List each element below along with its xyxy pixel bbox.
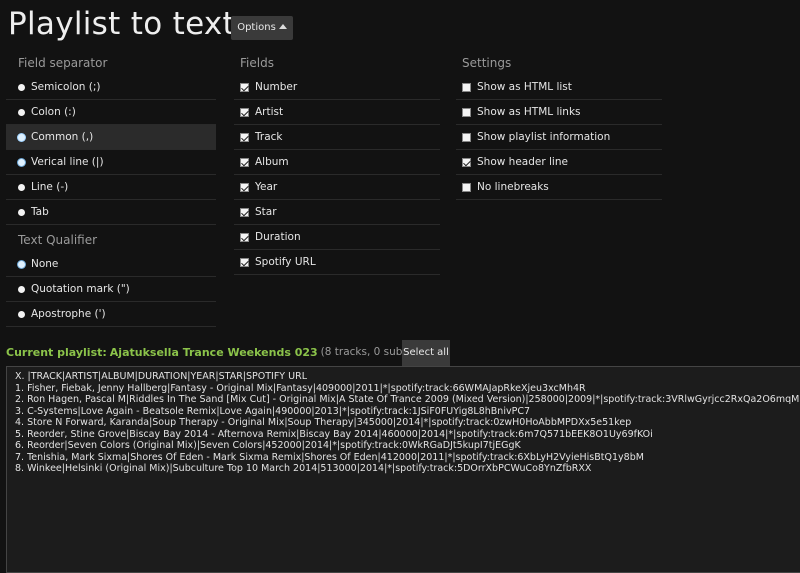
radio-option-line[interactable]: Line (-)	[6, 175, 216, 200]
checkbox-option-spotify-url[interactable]: Spotify URL	[234, 250, 440, 275]
radio-icon[interactable]	[18, 183, 25, 191]
caret-up-icon	[278, 24, 287, 29]
checkbox-label: Show as HTML links	[477, 106, 581, 118]
fields-heading: Fields	[240, 56, 274, 70]
output-line: 8. Winkee|Helsinki (Original Mix)|Subcul…	[15, 463, 592, 474]
checkbox-icon[interactable]	[462, 107, 471, 117]
radio-label: Colon (:)	[31, 106, 76, 118]
checkbox-option-no-linebreaks[interactable]: No linebreaks	[456, 175, 662, 200]
separator-list: Semicolon (;) Colon (:) Common (,) Verical …	[6, 75, 216, 225]
fields-column: Fields Number Artist Track Album Year Star Dur…	[234, 54, 440, 275]
checkbox-option-duration[interactable]: Duration	[234, 225, 440, 250]
radio-icon[interactable]	[18, 108, 25, 116]
checkbox-label: Show as HTML list	[477, 81, 572, 93]
fields-list: Number Artist Track Album Year Star Duration Sp…	[234, 75, 440, 275]
checkbox-icon[interactable]	[462, 182, 471, 192]
checkbox-label: Number	[255, 81, 298, 93]
radio-icon[interactable]	[18, 83, 25, 91]
radio-icon[interactable]	[18, 285, 25, 293]
radio-option-apostrophe[interactable]: Apostrophe (')	[6, 302, 216, 327]
checkbox-checked-icon[interactable]	[240, 107, 249, 117]
checkbox-option-track[interactable]: Track	[234, 125, 440, 150]
checkbox-option-number[interactable]: Number	[234, 75, 440, 100]
checkbox-checked-icon[interactable]	[240, 157, 249, 167]
radio-label: None	[31, 258, 59, 270]
radio-option-colon[interactable]: Colon (:)	[6, 100, 216, 125]
checkbox-label: Star	[255, 206, 277, 218]
radio-checked-icon[interactable]	[18, 158, 25, 166]
radio-option-common[interactable]: Common (,)	[6, 125, 216, 150]
page-title: Playlist to text	[8, 6, 235, 42]
radio-option-quotation-mark[interactable]: Quotation mark (")	[6, 277, 216, 302]
checkbox-option-show-header-line[interactable]: Show header line	[456, 150, 662, 175]
checkbox-checked-icon[interactable]	[462, 157, 471, 167]
radio-checked-icon[interactable]	[18, 260, 25, 268]
settings-column: Settings Show as HTML list Show as HTML l…	[456, 54, 662, 200]
radio-label: Line (-)	[31, 181, 69, 193]
output-line: 2. Ron Hagen, Pascal M|Riddles In The Sa…	[15, 394, 800, 405]
playlist-name[interactable]: Ajatuksella Trance Weekends 023	[110, 346, 318, 359]
checkbox-option-show-as-html-list[interactable]: Show as HTML list	[456, 75, 662, 100]
checkbox-option-star[interactable]: Star	[234, 200, 440, 225]
checkbox-checked-icon[interactable]	[240, 82, 249, 92]
checkbox-option-show-as-html-links[interactable]: Show as HTML links	[456, 100, 662, 125]
output-textarea[interactable]: X. |TRACK|ARTIST|ALBUM|DURATION|YEAR|STA…	[6, 366, 800, 573]
checkbox-checked-icon[interactable]	[240, 182, 249, 192]
radio-option-none[interactable]: None	[6, 252, 216, 277]
playlist-label: Current playlist:	[6, 345, 107, 359]
select-all-button[interactable]: Select all	[402, 340, 450, 366]
output-line: 4. Store N Forward, Karanda|Soup Therapy…	[15, 417, 632, 428]
checkbox-icon[interactable]	[462, 82, 471, 92]
options-label: Options	[237, 22, 276, 33]
checkbox-checked-icon[interactable]	[240, 207, 249, 217]
checkbox-option-show-playlist-information[interactable]: Show playlist information	[456, 125, 662, 150]
radio-icon[interactable]	[18, 310, 25, 318]
output-line: 1. Fisher, Fiebak, Jenny Hallberg|Fantas…	[15, 382, 586, 394]
playlist-info: Current playlist: Ajatuksella Trance Wee…	[6, 339, 448, 365]
checkbox-option-album[interactable]: Album	[234, 150, 440, 175]
checkbox-label: Track	[255, 131, 283, 143]
text-qualifier-heading: Text Qualifier	[18, 233, 98, 247]
radio-label: Tab	[31, 206, 49, 218]
output-line: 7. Tenishia, Mark Sixma|Shores Of Eden -…	[15, 451, 644, 463]
checkbox-label: Show playlist information	[477, 131, 611, 143]
checkbox-label: Duration	[255, 231, 301, 243]
radio-label: Apostrophe (')	[31, 308, 106, 320]
settings-heading: Settings	[462, 56, 512, 70]
separator-column: Field separator Semicolon (;) Colon (:) Co…	[6, 54, 216, 327]
field-separator-heading: Field separator	[18, 56, 108, 70]
output-line: 3. C-Systems|Love Again - Beatsole Remix…	[15, 405, 530, 417]
checkbox-checked-icon[interactable]	[240, 132, 249, 142]
options-button[interactable]: Options	[231, 16, 293, 40]
checkbox-label: Show header line	[477, 156, 568, 168]
radio-label: Verical line (|)	[31, 156, 104, 168]
checkbox-label: Album	[255, 156, 289, 168]
radio-option-semicolon[interactable]: Semicolon (;)	[6, 75, 216, 100]
qualifier-list: None Quotation mark (") Apostrophe (')	[6, 252, 216, 327]
output-line: 5. Reorder, Stine Grove|Biscay Bay 2014 …	[15, 428, 653, 440]
radio-option-verical-line[interactable]: Verical line (|)	[6, 150, 216, 175]
checkbox-label: No linebreaks	[477, 181, 549, 193]
radio-icon[interactable]	[18, 208, 25, 216]
checkbox-label: Artist	[255, 106, 284, 118]
checkbox-option-artist[interactable]: Artist	[234, 100, 440, 125]
radio-icon[interactable]	[18, 133, 25, 141]
radio-label: Quotation mark (")	[31, 283, 130, 295]
checkbox-checked-icon[interactable]	[240, 232, 249, 242]
checkbox-checked-icon[interactable]	[240, 257, 249, 267]
checkbox-option-year[interactable]: Year	[234, 175, 440, 200]
radio-label: Common (,)	[31, 131, 94, 143]
output-line: 6. Reorder|Seven Colors (Original Mix)|S…	[15, 440, 521, 451]
checkbox-label: Year	[255, 181, 278, 193]
radio-label: Semicolon (;)	[31, 81, 101, 93]
radio-option-tab[interactable]: Tab	[6, 200, 216, 225]
checkbox-icon[interactable]	[462, 132, 471, 142]
checkbox-label: Spotify URL	[255, 256, 316, 268]
output-line: X. |TRACK|ARTIST|ALBUM|DURATION|YEAR|STA…	[15, 371, 307, 382]
settings-list: Show as HTML list Show as HTML links Show …	[456, 75, 662, 200]
